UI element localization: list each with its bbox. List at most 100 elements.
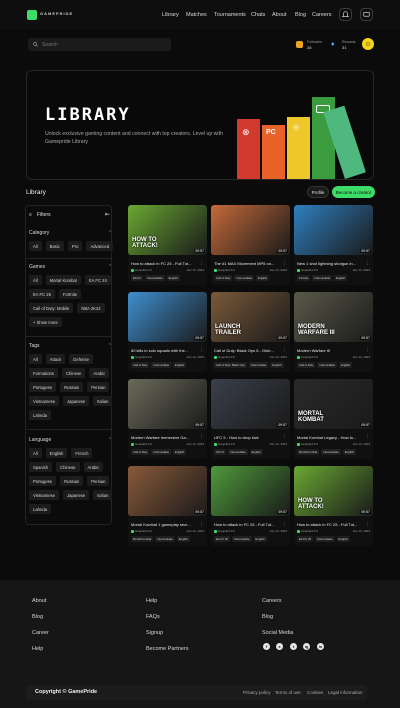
chip-language-japanese[interactable]: Japanese <box>63 490 90 500</box>
notifications-button[interactable] <box>339 8 352 21</box>
cookies-link[interactable]: Cookies <box>307 690 323 695</box>
instagram-icon[interactable]: ig <box>303 643 310 650</box>
chip-tag-russian[interactable]: Russian <box>60 382 84 392</box>
video-title[interactable]: How to attack in FC 25 - Full Tut... <box>297 522 363 527</box>
video-thumbnail[interactable]: 09:57 <box>211 205 290 255</box>
avatar[interactable]: ☺ <box>362 38 374 50</box>
chip-tag-japanese[interactable]: Japanese <box>63 396 90 406</box>
chevron-up-icon[interactable]: ⌃ <box>108 437 112 443</box>
chip-category-advanced[interactable]: Advanced <box>86 241 114 251</box>
chip-language-arabic[interactable]: Arabic <box>83 462 104 472</box>
chip-language-italian[interactable]: Italian <box>93 490 113 500</box>
footer-link-career[interactable]: Career <box>32 630 49 636</box>
more-options-icon[interactable]: ⋮ <box>365 434 370 440</box>
footer-link-help-2[interactable]: Help <box>146 598 157 604</box>
nav-about[interactable]: About <box>272 12 286 18</box>
video-title[interactable]: UFC 5 - How to drop kick <box>214 435 280 440</box>
video-card[interactable]: 09:57 Modern Warfare Immersive Ga... ⋮ G… <box>128 379 207 459</box>
chip-game-ea-fc-24[interactable]: EA FC 24 <box>84 275 111 285</box>
chip-language-chinese[interactable]: Chinese <box>56 462 80 472</box>
footer-link-signup[interactable]: Signup <box>146 630 163 636</box>
category-title[interactable]: Category <box>29 230 49 236</box>
more-options-icon[interactable]: ⋮ <box>365 260 370 266</box>
chip-tag-arabic[interactable]: Arabic <box>89 368 110 378</box>
telegram-icon[interactable]: t <box>290 643 297 650</box>
terms-of-use-link[interactable]: Terms of use <box>275 690 301 695</box>
video-title[interactable]: How to attack in FC 25 - Full Tut... <box>131 261 197 266</box>
video-thumbnail[interactable]: 09:57 <box>128 292 207 342</box>
video-title[interactable]: Modern Warfare Immersive Ga... <box>131 435 197 440</box>
nav-matches[interactable]: Matches <box>186 12 207 18</box>
chip-game-ea-fc-25[interactable]: EA FC 25 <box>29 289 55 299</box>
video-thumbnail[interactable]: 09:57 <box>128 466 207 516</box>
chip-language-portugese[interactable]: Portugese <box>29 476 57 486</box>
search-input[interactable] <box>42 41 162 48</box>
chip-game-mortal-kombat[interactable]: Mortal Kombat <box>45 275 81 285</box>
chip-tag-vietnamese[interactable]: Vietnamese <box>29 396 60 406</box>
brand-name[interactable]: GAMEPRIDE <box>40 11 73 16</box>
footer-link-about[interactable]: About <box>32 598 46 604</box>
video-title[interactable]: Mortal Kombat Legacy - How to... <box>297 435 363 440</box>
chip-language-persian[interactable]: Persian <box>87 476 110 486</box>
video-title[interactable]: The #1 MAX Movement MP5 on... <box>214 261 280 266</box>
video-thumbnail[interactable]: LAUNCH TRAILER 09:57 <box>211 292 290 342</box>
video-card[interactable]: 09:57 The #1 MAX Movement MP5 on... ⋮ Go… <box>211 205 290 285</box>
video-card[interactable]: LAUNCH TRAILER 09:57 Call of Duty: Black… <box>211 292 290 372</box>
chip-language-french[interactable]: French <box>71 448 93 458</box>
chip-tag-formations[interactable]: Formations <box>29 368 58 378</box>
video-card[interactable]: 09:57 Mortal Kombat 1 gameplay secr... ⋮… <box>128 466 207 546</box>
video-thumbnail[interactable]: 09:57 <box>211 379 290 429</box>
video-card[interactable]: MODERN WARFARE III 09:57 Modern Warfare … <box>294 292 373 372</box>
chip-category-pro[interactable]: Pro <box>67 241 83 251</box>
privacy-policy-link[interactable]: Privacy policy <box>243 690 271 695</box>
games-title[interactable]: Games <box>29 264 45 270</box>
video-card[interactable]: 09:57 How to attack in FC 25 - Full Tut.… <box>211 466 290 546</box>
video-card[interactable]: MORTAL KOMBAT 09:57 Mortal Kombat Legacy… <box>294 379 373 459</box>
brand-logo-icon[interactable] <box>27 10 37 20</box>
video-title[interactable]: 60 kills in solo squads with the... <box>131 348 197 353</box>
chevron-up-icon[interactable]: ⌃ <box>108 264 112 270</box>
video-thumbnail[interactable]: 09:57 <box>128 379 207 429</box>
video-card[interactable]: HOW TO ATTACK! 09:57 How to attack in FC… <box>128 205 207 285</box>
footer-link-careers[interactable]: Careers <box>262 598 282 604</box>
more-options-icon[interactable]: ⋮ <box>282 434 287 440</box>
more-options-icon[interactable]: ⋮ <box>199 434 204 440</box>
nav-chats[interactable]: Chats <box>251 12 265 18</box>
more-options-icon[interactable]: ⋮ <box>365 521 370 527</box>
video-thumbnail[interactable]: 09:57 <box>211 466 290 516</box>
chip-tag-portugese[interactable]: Portugese <box>29 382 57 392</box>
chip-tag-defense[interactable]: Defense <box>69 354 93 364</box>
nav-blog[interactable]: Blog <box>295 12 306 18</box>
chip-language-lahnda[interactable]: Lahnda <box>29 504 51 514</box>
video-thumbnail[interactable]: 09:57 <box>294 205 373 255</box>
chip-tag-lahnda[interactable]: Lahnda <box>29 410 51 420</box>
show-more-games-button[interactable]: + Show more <box>29 317 62 327</box>
chip-game-cod-mobile[interactable]: Call of Duty: Mobile <box>29 303 74 313</box>
video-title[interactable]: Modern Warfare III <box>297 348 363 353</box>
chip-language-english[interactable]: English <box>45 448 68 458</box>
nav-careers[interactable]: Careers <box>312 12 332 18</box>
chip-language-spanish[interactable]: Spanish <box>29 462 53 472</box>
footer-link-blog-2[interactable]: Blog <box>262 614 273 620</box>
video-thumbnail[interactable]: MODERN WARFARE III 09:57 <box>294 292 373 342</box>
video-thumbnail[interactable]: MORTAL KOMBAT 09:57 <box>294 379 373 429</box>
chip-tag-italian[interactable]: Italian <box>93 396 113 406</box>
video-title[interactable]: How to attack in FC 25 - Full Tut... <box>214 522 280 527</box>
footer-link-help[interactable]: Help <box>32 646 43 652</box>
nav-library[interactable]: Library <box>162 12 179 18</box>
video-thumbnail[interactable]: HOW TO ATTACK! 09:57 <box>128 205 207 255</box>
footer-link-faqs[interactable]: FAQs <box>146 614 160 620</box>
chip-language-russian[interactable]: Russian <box>60 476 84 486</box>
chip-tag-all[interactable]: All <box>29 354 42 364</box>
messages-button[interactable] <box>360 8 373 21</box>
facebook-icon[interactable]: f <box>263 643 270 650</box>
video-title[interactable]: Mortal Kombat 1 gameplay secr... <box>131 522 197 527</box>
chip-game-nba-2k24[interactable]: NBA 2K24 <box>77 303 105 313</box>
legal-information-link[interactable]: Legal information <box>328 690 363 695</box>
collapse-filters-icon[interactable]: ⇤ <box>105 211 110 218</box>
more-options-icon[interactable]: ⋮ <box>199 260 204 266</box>
x-twitter-icon[interactable]: x <box>276 643 283 650</box>
chip-category-basic[interactable]: Basic <box>45 241 64 251</box>
nav-tournaments[interactable]: Tournaments <box>214 12 246 18</box>
video-card[interactable]: HOW TO ATTACK! 09:57 How to attack in FC… <box>294 466 373 546</box>
